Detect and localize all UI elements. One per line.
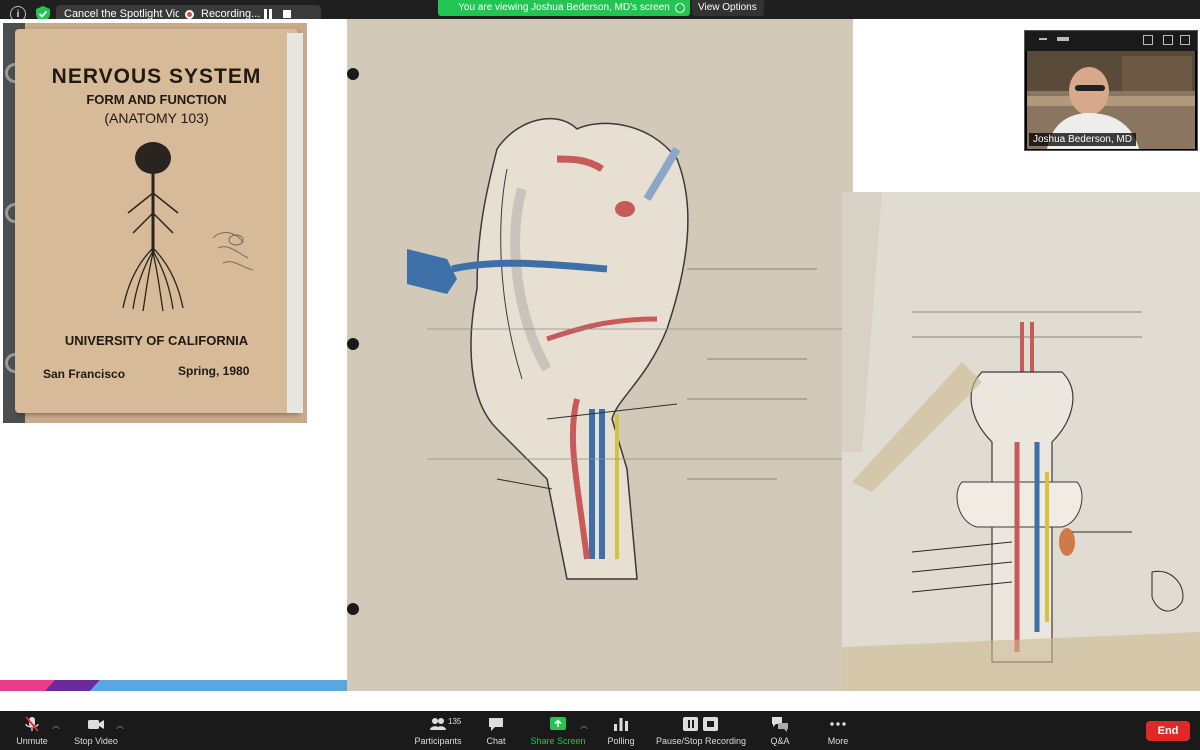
qa-label: Q&A (770, 736, 790, 746)
share-screen-button[interactable]: Share Screen (530, 711, 586, 750)
hide-video-icon[interactable] (1057, 37, 1069, 41)
qa-bubbles-icon (772, 717, 788, 732)
book-subtitle: FORM AND FUNCTION (86, 92, 227, 107)
participant-video-tile[interactable]: Joshua Bederson, MD (1024, 30, 1198, 151)
video-tile-header (1025, 31, 1197, 51)
fullscreen-icon[interactable] (1180, 35, 1190, 45)
share-screen-icon (550, 717, 566, 730)
viewing-screen-banner: You are viewing Joshua Bederson, MD's sc… (438, 0, 690, 16)
chat-bubble-icon (489, 718, 503, 731)
nervous-system-illustration (122, 142, 184, 312)
book-university: UNIVERSITY OF CALIFORNIA (64, 333, 249, 348)
view-options-button[interactable]: View Options ⌄ (692, 0, 764, 28)
stop-video-button[interactable]: Stop Video (72, 711, 120, 750)
brainstem-diagram-photo (842, 192, 1200, 691)
end-meeting-button[interactable]: End (1146, 721, 1190, 741)
brainstem-sketch (347, 19, 853, 691)
gallery-view-icon[interactable] (1143, 35, 1153, 45)
video-camera-icon (88, 720, 104, 729)
view-options-label: View Options (698, 2, 757, 13)
meeting-toolbar: Unmute ︿ Stop Video ︿ Participants 135 C… (0, 711, 1200, 750)
pause-stop-recording-label: Pause/Stop Recording (655, 736, 747, 746)
qa-button[interactable]: Q&A (764, 711, 796, 750)
pause-stop-recording-button[interactable]: Pause/Stop Recording (655, 711, 747, 750)
shared-screen-area: NERVOUS SYSTEM FORM AND FUNCTION (ANATOM… (0, 19, 1200, 691)
polling-label: Polling (607, 736, 635, 746)
stop-video-label: Stop Video (74, 736, 118, 746)
speaker-view-icon[interactable] (1163, 35, 1173, 45)
viewing-label: You are viewing Joshua Bederson, MD's sc… (458, 2, 670, 13)
pause-stop-icon (683, 717, 718, 731)
video-options-chevron-icon[interactable]: ︿ (116, 720, 124, 731)
chat-button[interactable]: Chat (480, 711, 512, 750)
slide-accent-stripe (0, 680, 347, 691)
polling-chart-icon (614, 718, 628, 731)
stop-recording-icon[interactable] (283, 10, 291, 18)
pencil-sketch-doodle (212, 232, 254, 271)
participants-icon (430, 718, 446, 730)
polling-button[interactable]: Polling (604, 711, 638, 750)
unmute-button[interactable]: Unmute (12, 711, 52, 750)
microphone-muted-icon (25, 716, 39, 732)
participant-name-label: Joshua Bederson, MD (1029, 133, 1136, 146)
book-city: San Francisco (43, 367, 126, 381)
book-page-edge (287, 33, 303, 413)
unmute-label: Unmute (16, 736, 48, 746)
book-title: NERVOUS SYSTEM (51, 65, 262, 88)
brainstem-diagram-sketch (842, 192, 1200, 691)
chat-label: Chat (486, 736, 506, 746)
more-dots-icon (830, 722, 846, 726)
viewing-status-icon (675, 3, 685, 13)
book-cover-photo: NERVOUS SYSTEM FORM AND FUNCTION (ANATOM… (3, 23, 307, 423)
brainstem-drawing-photo (347, 19, 853, 691)
book-term: Spring, 1980 (178, 364, 250, 378)
participants-label: Participants (414, 736, 462, 746)
minimize-icon[interactable] (1039, 38, 1047, 40)
book-course: (ANATOMY 103) (104, 110, 209, 126)
participants-count: 135 (448, 717, 462, 726)
audio-options-chevron-icon[interactable]: ︿ (52, 720, 60, 731)
share-options-chevron-icon[interactable]: ︿ (580, 720, 588, 731)
share-screen-label: Share Screen (530, 736, 586, 746)
more-button[interactable]: More (822, 711, 854, 750)
recording-dot-icon (185, 10, 194, 19)
more-label: More (827, 736, 849, 746)
